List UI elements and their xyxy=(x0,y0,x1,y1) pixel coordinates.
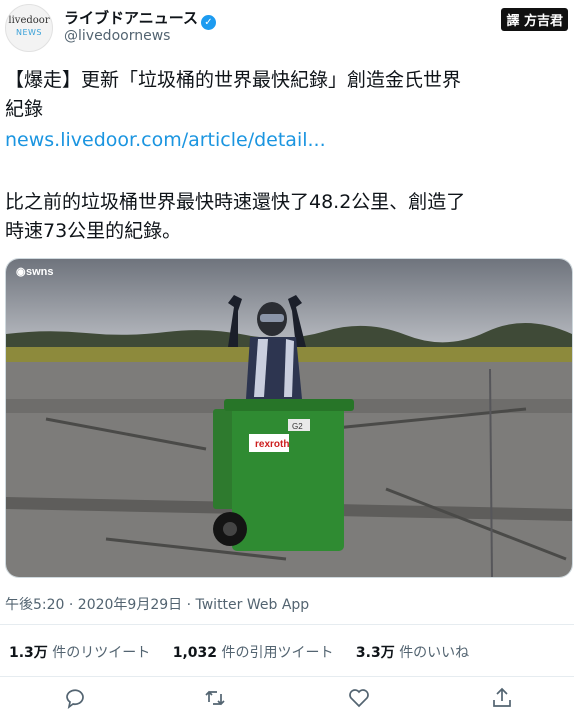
share-icon[interactable] xyxy=(490,686,514,710)
action-bar xyxy=(0,686,574,714)
retweet-label: 件のリツイート xyxy=(52,645,151,661)
bin-tag: G2 xyxy=(292,422,303,431)
photo-credit: swns xyxy=(26,266,54,278)
translator-watermark: 譯 方吉君 xyxy=(501,8,568,31)
quote-label: 件の引用ツイート xyxy=(221,645,334,661)
tweet-timestamp[interactable]: 午後5:20 · 2020年9月29日 · Twitter Web App xyxy=(5,594,309,614)
retweet-icon[interactable] xyxy=(203,686,227,710)
tweet-photo[interactable]: ◉ swns rexroth G2 xyxy=(5,258,573,578)
avatar[interactable]: livedoor NEWS xyxy=(5,4,53,52)
bin-label: rexroth xyxy=(255,439,289,450)
svg-text:◉: ◉ xyxy=(16,266,26,278)
divider xyxy=(0,676,574,677)
avatar-text-news: NEWS xyxy=(15,28,43,37)
account-name-text: ライブドアニュース xyxy=(64,9,198,27)
tweet-header: livedoor NEWS ライブドアニュース ✓ @livedoornews 譯… xyxy=(0,0,574,60)
quote-stat[interactable]: 1,032 件の引用ツイート xyxy=(173,645,334,661)
account-handle[interactable]: @livedoornews xyxy=(64,28,170,44)
tweet-body-line: 時速73公里的紀錄。 xyxy=(5,220,182,242)
reply-icon[interactable] xyxy=(63,686,87,710)
tweet-text: 【爆走】更新「垃圾桶的世界最快紀錄」創造金氏世界 紀錄 xyxy=(5,66,565,124)
retweet-count: 1.3万 xyxy=(9,645,48,661)
tweet-body-line: 比之前的垃圾桶世界最快時速還快了48.2公里、創造了 xyxy=(5,191,466,213)
verified-icon: ✓ xyxy=(200,15,216,30)
article-link[interactable]: news.livedoor.com/article/detail... xyxy=(5,129,326,151)
avatar-text-livedoor: livedoor xyxy=(8,15,50,26)
like-icon[interactable] xyxy=(347,686,371,710)
photo-image: ◉ swns rexroth G2 xyxy=(6,259,572,577)
quote-count: 1,032 xyxy=(172,645,218,661)
like-count: 3.3万 xyxy=(355,645,395,661)
engagement-stats: 1.3万 件のリツイート 1,032 件の引用ツイート 3.3万 件のいいね xyxy=(9,642,487,662)
like-stat[interactable]: 3.3万 件のいいね xyxy=(356,645,469,661)
retweet-stat[interactable]: 1.3万 件のリツイート xyxy=(9,645,150,661)
account-name[interactable]: ライブドアニュース ✓ xyxy=(64,7,216,30)
like-label: 件のいいね xyxy=(399,645,470,661)
tweet-body: 比之前的垃圾桶世界最快時速還快了48.2公里、創造了 時速73公里的紀錄。 xyxy=(5,188,565,246)
tweet-text-line: 【爆走】更新「垃圾桶的世界最快紀錄」創造金氏世界 xyxy=(5,69,462,91)
tweet-text-line: 紀錄 xyxy=(5,98,44,120)
divider xyxy=(0,624,574,625)
